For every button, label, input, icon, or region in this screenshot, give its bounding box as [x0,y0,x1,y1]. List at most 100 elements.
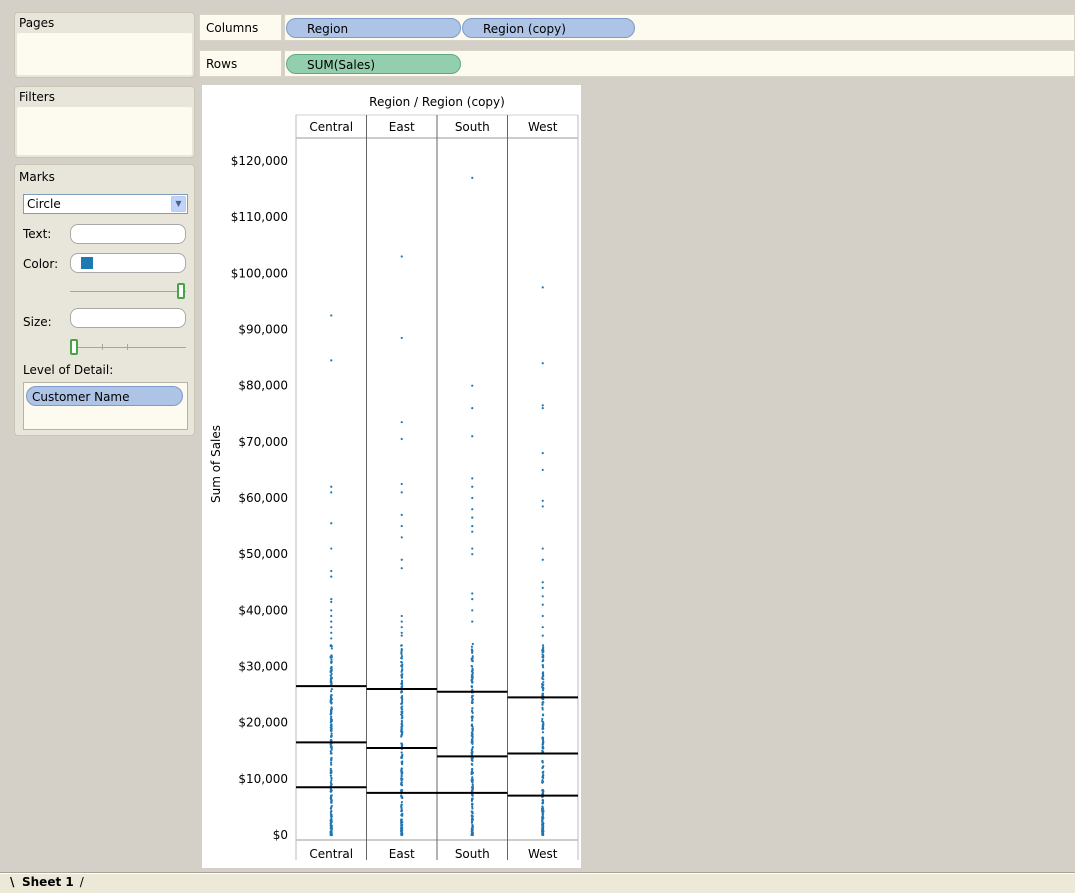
data-point [400,800,404,804]
opacity-slider-handle[interactable] [177,283,185,299]
data-point [471,665,474,668]
data-point [541,586,544,589]
data-point [541,827,545,830]
data-point [400,713,403,716]
size-button[interactable] [70,308,186,328]
data-point [400,833,403,836]
data-point [471,659,474,663]
data-point [329,708,333,711]
data-point [541,505,544,508]
sheet-tab-label: Sheet 1 [22,875,74,889]
data-point [542,776,545,779]
sheet-tab[interactable]: \ Sheet 1 / [8,873,84,892]
pages-drop-area[interactable] [17,33,192,75]
marks-title: Marks [19,170,55,184]
pages-shelf[interactable]: Pages [14,12,195,78]
text-label: Text: [23,227,52,241]
data-point [541,547,544,550]
data-point [330,833,333,837]
data-point [541,802,544,805]
y-tick-label: $90,000 [238,323,288,337]
data-point [470,802,474,805]
data-point [330,789,333,792]
data-point [330,620,333,623]
size-slider-handle[interactable] [70,339,78,355]
data-point [470,648,473,651]
data-point [541,713,545,716]
data-point [400,661,404,664]
data-point [400,789,404,792]
lod-pill-customer-name[interactable]: Customer Name [26,386,183,406]
data-point [400,809,404,812]
data-point [330,631,333,634]
data-point [471,485,474,488]
data-point [471,805,474,808]
data-point [400,482,403,486]
data-point [401,668,404,671]
data-point [471,797,474,800]
data-point [471,435,474,438]
data-point [471,524,474,528]
data-point [330,763,333,766]
data-point [330,660,333,663]
color-label: Color: [23,257,59,271]
data-point [400,421,403,424]
data-point [400,783,403,786]
data-point [329,701,332,704]
filters-shelf[interactable]: Filters [14,86,195,158]
rows-pill-sum-sales[interactable]: SUM(Sales) [286,54,461,74]
data-point [471,669,474,673]
data-point [541,451,544,455]
data-point [329,774,333,777]
rows-drop-area[interactable]: SUM(Sales) [284,50,1075,77]
data-point [330,816,333,819]
data-point [400,255,403,258]
data-point [400,830,403,833]
data-point [330,718,333,722]
data-point [541,731,545,734]
sheet-tab-bar: \ Sheet 1 / [0,872,1075,893]
data-point [471,811,474,815]
text-field[interactable] [70,224,186,244]
data-point [400,679,404,682]
data-point [541,823,544,826]
data-point [330,485,333,488]
data-point [329,812,333,816]
data-point [400,824,403,827]
data-point [541,407,544,410]
column-footer-south: South [455,847,490,861]
data-point [471,674,474,678]
data-point [541,807,545,810]
data-point [330,522,333,525]
data-point [542,687,545,690]
chevron-down-icon[interactable]: ▼ [171,196,186,212]
color-button[interactable] [70,253,186,273]
data-point [330,672,333,676]
data-point [471,651,474,654]
data-point [542,740,545,743]
tabbar-highlight [0,873,1075,874]
data-point [330,810,333,813]
data-point [471,715,474,718]
columns-pill-region[interactable]: Region [286,18,461,38]
columns-drop-area[interactable]: Region Region (copy) [284,14,1075,41]
data-point [330,647,333,650]
data-point [471,740,474,743]
mark-type-dropdown[interactable]: Circle ▼ [23,194,188,214]
data-point [329,807,333,810]
columns-pill-region-copy[interactable]: Region (copy) [462,18,635,38]
data-point [471,710,474,713]
data-point [470,786,474,789]
y-tick-label: $110,000 [231,210,288,224]
data-point [471,553,474,556]
y-tick-label: $30,000 [238,660,288,674]
data-point [470,678,473,681]
data-point [330,614,333,618]
tab-right-slash: / [79,875,84,889]
data-point [401,731,404,734]
data-point [541,760,544,763]
lod-drop-area[interactable]: Customer Name [23,382,188,430]
data-point [330,609,333,612]
filters-drop-area[interactable] [17,107,192,155]
data-point [400,744,404,747]
